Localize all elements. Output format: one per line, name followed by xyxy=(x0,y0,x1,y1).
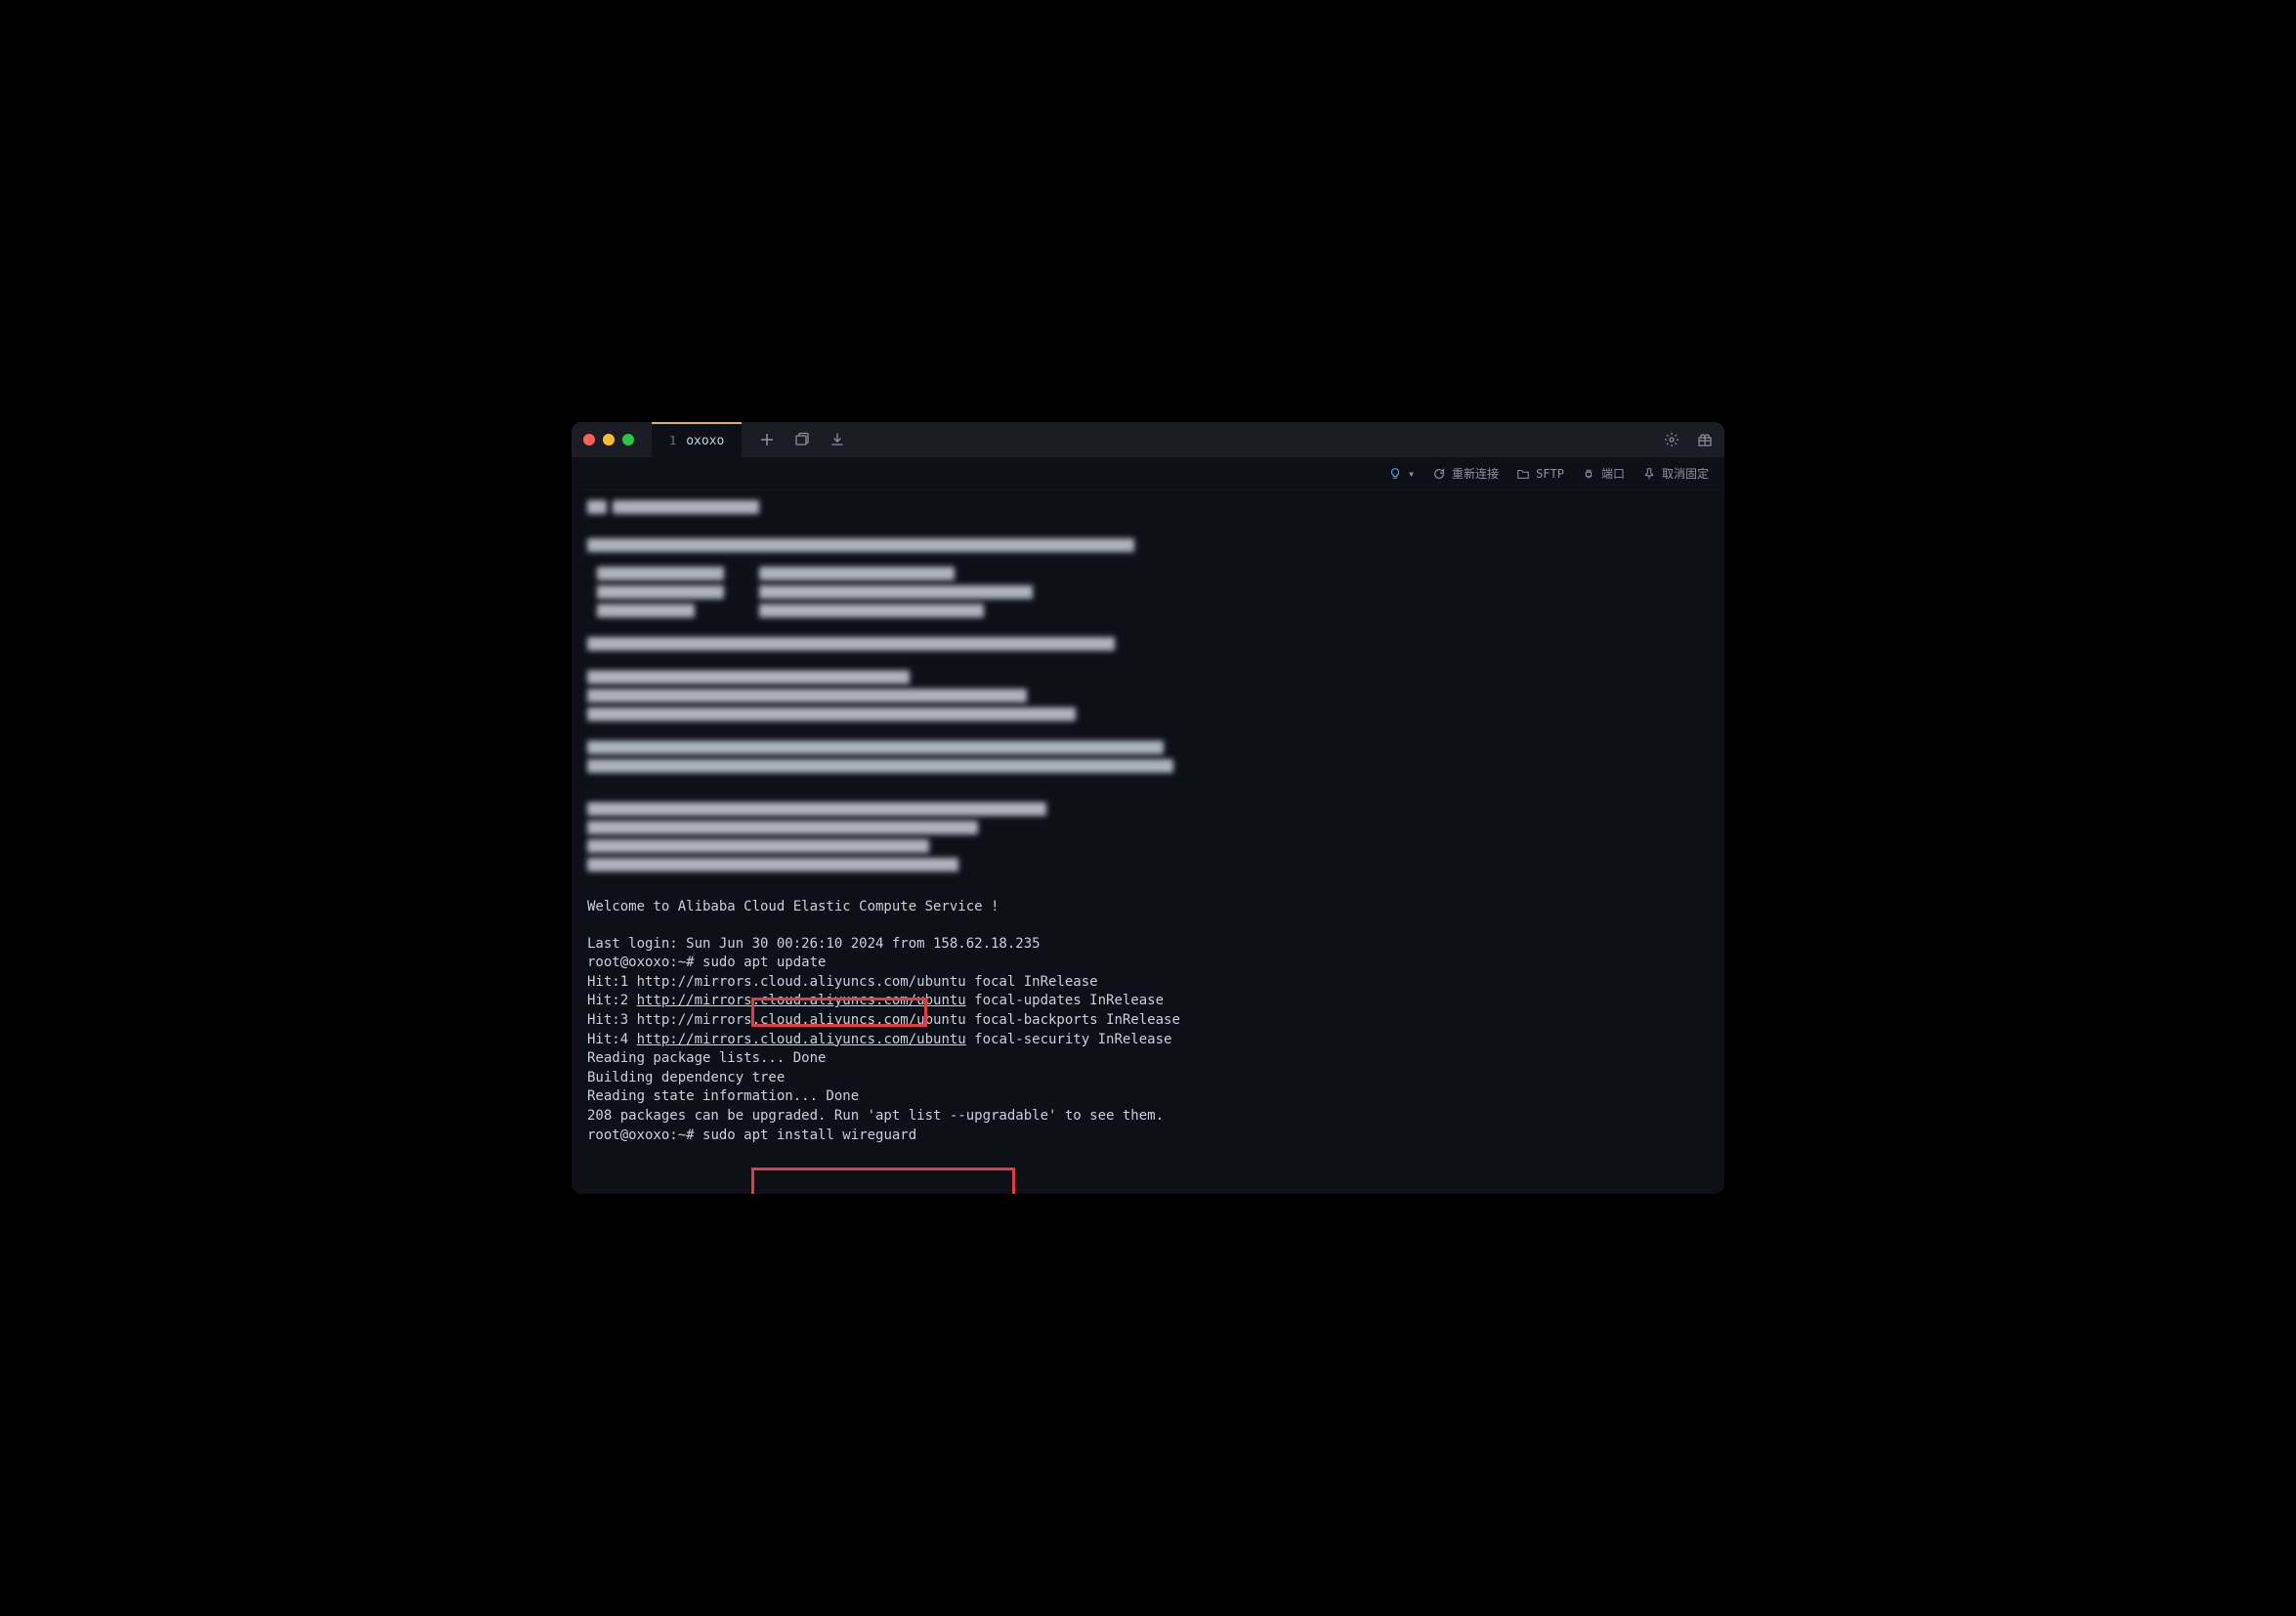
welcome-line: Welcome to Alibaba Cloud Elastic Compute… xyxy=(587,898,1709,917)
hit-1-line: Hit:1 http://mirrors.cloud.aliyuncs.com/… xyxy=(587,973,1709,993)
titlebar: 1 oxoxo xyxy=(572,422,1724,457)
last-login-line: Last login: Sun Jun 30 00:26:10 2024 fro… xyxy=(587,935,1709,955)
sftp-label: SFTP xyxy=(1536,467,1564,481)
reading-state-line: Reading state information... Done xyxy=(587,1087,1709,1107)
hit-2-line: Hit:2 http://mirrors.cloud.aliyuncs.com/… xyxy=(587,992,1709,1011)
tab-index: 1 xyxy=(669,434,676,447)
prompt-line-1: root@oxoxo:~# sudo apt update xyxy=(587,954,1709,973)
download-icon[interactable] xyxy=(829,432,845,447)
unpin-button[interactable]: 取消固定 xyxy=(1642,465,1709,482)
unpin-label: 取消固定 xyxy=(1662,465,1709,482)
gift-icon[interactable] xyxy=(1697,432,1713,447)
traffic-lights xyxy=(583,434,634,446)
new-tab-button[interactable] xyxy=(759,432,775,447)
building-tree-line: Building dependency tree xyxy=(587,1069,1709,1088)
toolbar: ▾ 重新连接 SFTP 端口 取消固定 xyxy=(572,457,1724,490)
minimize-button[interactable] xyxy=(603,434,615,446)
terminal-output: Welcome to Alibaba Cloud Elastic Compute… xyxy=(572,490,1724,1194)
reconnect-button[interactable]: 重新连接 xyxy=(1432,465,1499,482)
terminal-area[interactable]: Welcome to Alibaba Cloud Elastic Compute… xyxy=(572,490,1724,1194)
port-button[interactable]: 端口 xyxy=(1582,465,1625,482)
tab-title: oxoxo xyxy=(686,434,724,448)
windows-icon[interactable] xyxy=(794,432,810,447)
tab-active[interactable]: 1 oxoxo xyxy=(652,422,742,457)
hit-3-line: Hit:3 http://mirrors.cloud.aliyuncs.com/… xyxy=(587,1011,1709,1031)
hint-button[interactable]: ▾ xyxy=(1388,467,1415,481)
hit-4-line: Hit:4 http://mirrors.cloud.aliyuncs.com/… xyxy=(587,1031,1709,1050)
reading-lists-line: Reading package lists... Done xyxy=(587,1049,1709,1069)
sftp-button[interactable]: SFTP xyxy=(1516,467,1564,481)
mirror-link[interactable]: http://mirrors.cloud.aliyuncs.com/ubuntu xyxy=(637,1032,966,1047)
titlebar-right xyxy=(1664,432,1713,447)
prompt-line-2: root@oxoxo:~# sudo apt install wireguard xyxy=(587,1127,1709,1146)
reconnect-label: 重新连接 xyxy=(1452,465,1499,482)
titlebar-actions xyxy=(759,432,845,447)
close-button[interactable] xyxy=(583,434,595,446)
mirror-link[interactable]: http://mirrors.cloud.aliyuncs.com/ubuntu xyxy=(637,993,966,1008)
terminal-window: 1 oxoxo ▾ xyxy=(572,422,1724,1194)
upgradable-line: 208 packages can be upgraded. Run 'apt l… xyxy=(587,1107,1709,1127)
maximize-button[interactable] xyxy=(622,434,634,446)
settings-icon[interactable] xyxy=(1664,432,1679,447)
port-label: 端口 xyxy=(1601,465,1625,482)
